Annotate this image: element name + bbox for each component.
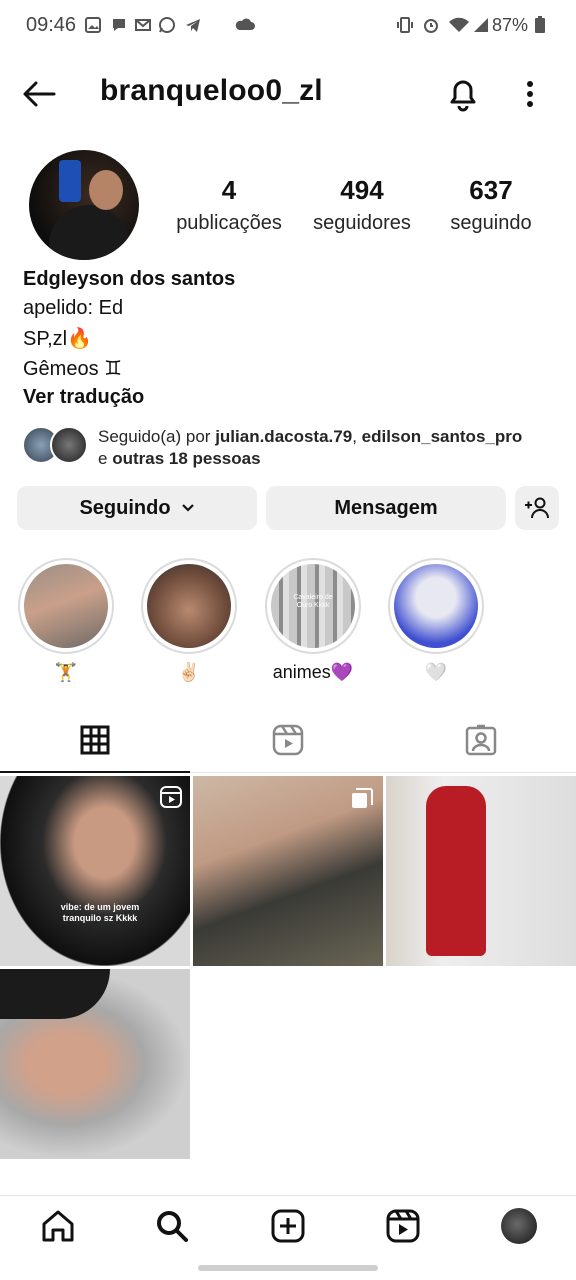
following-button-label: Seguindo	[79, 496, 171, 519]
following-count: 637	[469, 175, 513, 205]
highlight-caption: ✌🏻	[177, 662, 201, 682]
stat-posts[interactable]: 4 publicações	[164, 175, 294, 235]
profile-username-title: branqueloo0_zl	[100, 74, 323, 107]
vibrate-icon	[397, 17, 413, 33]
reels-icon[interactable]	[385, 1208, 421, 1244]
battery-icon	[535, 16, 545, 33]
stat-followers[interactable]: 494 seguidores	[297, 175, 427, 235]
story-highlight[interactable]: Cavaleiro de Ouro Kkkk animes💜	[265, 558, 361, 683]
following-label: seguindo	[450, 212, 532, 234]
reels-tab-icon[interactable]	[272, 724, 304, 756]
posts-count: 4	[221, 175, 237, 205]
post-thumbnail[interactable]	[386, 776, 576, 966]
followed-by-prefix: Seguido(a) por	[98, 427, 216, 446]
gallery-notification-icon	[85, 17, 101, 33]
cloud-icon	[235, 18, 255, 30]
bottom-nav-divider	[0, 1195, 576, 1196]
posts-label: publicações	[176, 212, 282, 234]
story-highlight[interactable]: 🤍	[388, 558, 484, 683]
carousel-icon	[352, 788, 373, 808]
profile-avatar[interactable]	[29, 150, 139, 260]
followers-count: 494	[340, 175, 384, 205]
followed-by-text[interactable]: Seguido(a) por julian.dacosta.79, edilso…	[98, 426, 558, 470]
signal-icon	[474, 18, 488, 32]
post-thumbnail[interactable]	[0, 969, 190, 1159]
followed-by-user[interactable]: edilson_santos_pro	[362, 427, 523, 446]
status-bar: 09:46 87%	[0, 0, 576, 54]
following-button[interactable]: Seguindo	[17, 486, 257, 530]
post-overlay-text: vibe: de um jovem tranquilo sz Kkkk	[60, 902, 140, 923]
search-icon[interactable]	[154, 1208, 190, 1244]
status-time: 09:46	[26, 14, 77, 36]
active-tab-indicator	[0, 771, 190, 773]
bio-line: Gêmeos ♊	[23, 358, 123, 380]
back-arrow-icon[interactable]	[22, 80, 56, 108]
profile-full-name: Edgleyson dos santos	[23, 268, 236, 290]
post-thumbnail[interactable]	[193, 776, 383, 966]
grid-tab-icon[interactable]	[80, 725, 110, 755]
story-highlight[interactable]: 🏋️	[18, 558, 114, 683]
chat-notification-icon	[113, 19, 125, 31]
followed-by-separator: ,	[352, 427, 362, 446]
highlight-caption: animes💜	[272, 662, 354, 682]
see-translation-link[interactable]: Ver tradução	[23, 386, 144, 409]
gesture-bar[interactable]	[198, 1265, 378, 1271]
story-highlight[interactable]: ✌🏻	[141, 558, 237, 683]
highlight-inner-text: Cavaleiro de Ouro Kkkk	[293, 594, 333, 609]
add-person-icon	[525, 497, 549, 519]
stat-following[interactable]: 637 seguindo	[426, 175, 556, 235]
chevron-down-icon	[181, 504, 194, 512]
new-post-icon[interactable]	[270, 1208, 306, 1244]
highlight-caption: 🤍	[424, 662, 448, 682]
notification-bell-icon[interactable]	[446, 76, 480, 112]
message-button-label: Mensagem	[334, 496, 438, 519]
home-icon[interactable]	[40, 1208, 76, 1244]
followed-by-user[interactable]: julian.dacosta.79	[215, 427, 352, 446]
post-thumbnail[interactable]: vibe: de um jovem tranquilo sz Kkkk	[0, 776, 190, 966]
gmail-icon	[135, 19, 151, 31]
highlight-caption: 🏋️	[54, 662, 78, 682]
follower-avatar	[50, 426, 88, 464]
telegram-icon	[186, 19, 200, 32]
followed-by-others[interactable]: outras 18 pessoas	[112, 449, 260, 468]
alarm-icon	[424, 19, 438, 33]
whatsapp-icon	[159, 17, 175, 33]
reel-icon	[160, 786, 182, 808]
profile-nav-avatar[interactable]	[501, 1208, 537, 1244]
more-options-icon[interactable]	[522, 80, 538, 108]
message-button[interactable]: Mensagem	[266, 486, 506, 530]
bio-line: SP,zl🔥	[23, 328, 93, 350]
followed-by-and: e	[98, 449, 113, 468]
tagged-tab-icon[interactable]	[465, 724, 497, 756]
bio-line: apelido: Ed	[23, 297, 124, 319]
followers-label: seguidores	[313, 212, 411, 234]
suggest-users-button[interactable]	[515, 486, 559, 530]
wifi-icon	[449, 17, 469, 32]
battery-percent: 87%	[491, 15, 528, 35]
